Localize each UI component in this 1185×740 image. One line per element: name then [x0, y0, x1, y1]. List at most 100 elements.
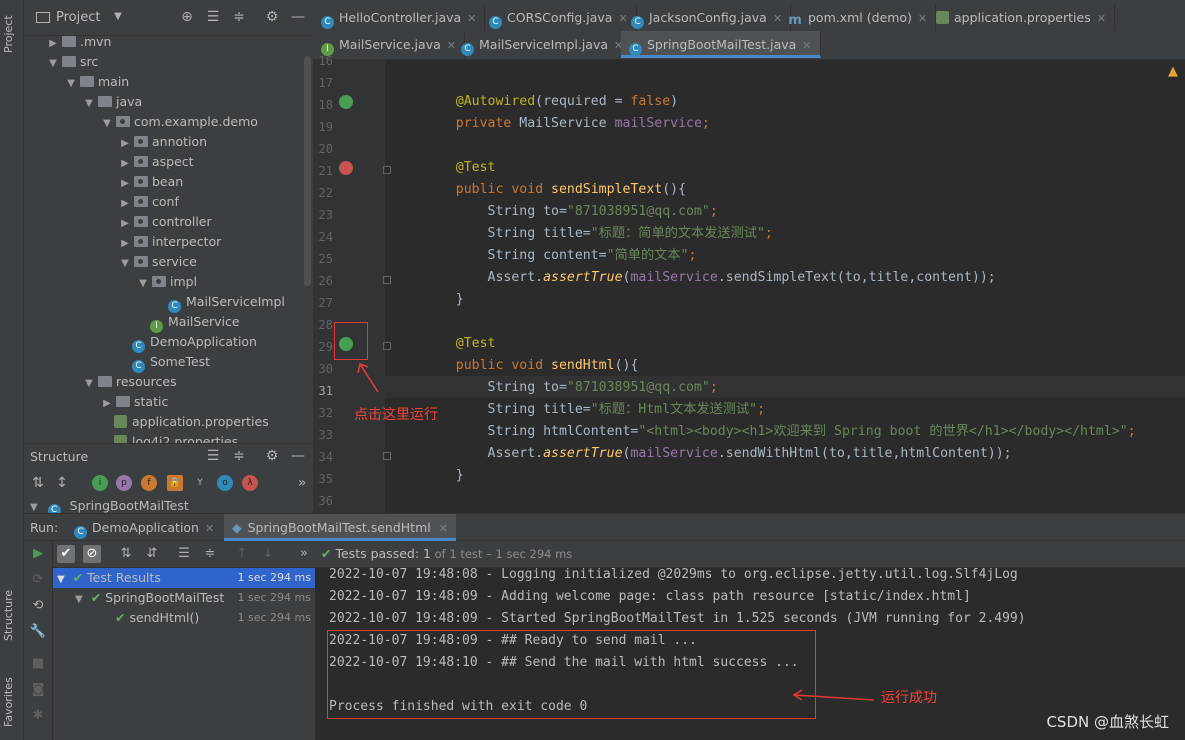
chevron-down-icon[interactable]: ▼ — [82, 374, 96, 394]
chevron-down-icon[interactable]: ▼ — [46, 54, 60, 74]
lock-icon[interactable]: 🔒 — [167, 475, 183, 491]
test-tree-row[interactable]: ▼ ✔ Test Results 1 sec 294 ms — [53, 568, 315, 588]
run-tab-springbootmailtest[interactable]: ◆ SpringBootMailTest.sendHtml ✕ — [224, 514, 456, 541]
line-number: 27 — [318, 296, 333, 310]
wrench-icon[interactable]: 🔧 — [29, 623, 47, 641]
chevron-right-icon[interactable]: ▶ — [118, 134, 132, 154]
tree-item[interactable]: I MailService — [136, 312, 240, 333]
code-line-29: public void sendHtml(){ — [424, 333, 639, 373]
chevron-right-icon[interactable]: ▶ — [46, 34, 60, 54]
close-icon[interactable]: ✕ — [467, 12, 476, 25]
more-icon[interactable]: » — [295, 545, 313, 563]
favorites-tool-tab[interactable]: Favorites — [2, 672, 22, 732]
collapse-all-icon[interactable]: ≑ — [201, 545, 219, 563]
close-icon[interactable]: ✕ — [918, 12, 927, 25]
chevron-right-icon[interactable]: ▶ — [118, 174, 132, 194]
editor-tab[interactable]: C JacksonConfig.java ✕ — [623, 4, 792, 31]
autowired-bean-icon[interactable] — [339, 95, 353, 109]
structure-root[interactable]: ▼ C SpringBootMailTest — [30, 498, 189, 514]
arrow-down-icon[interactable]: ↓ — [259, 545, 277, 563]
chevron-right-icon[interactable]: ▶ — [118, 214, 132, 234]
show-properties-icon[interactable]: p — [116, 475, 132, 491]
debug-icon[interactable]: ✱ — [29, 707, 47, 725]
tree-item[interactable]: ▶ static — [100, 392, 168, 412]
chevron-down-icon[interactable]: ▼ — [100, 114, 114, 134]
chevron-down-icon[interactable]: ▼ — [64, 74, 78, 94]
chevron-right-icon[interactable]: ▶ — [100, 394, 114, 414]
more-icon[interactable]: » — [294, 475, 310, 491]
collapse-all-icon[interactable]: ≑ — [231, 448, 247, 464]
chevron-down-icon[interactable]: ▼ — [118, 254, 132, 274]
tree-item[interactable]: ▼ impl — [136, 272, 197, 292]
chevron-down-icon[interactable]: ▼ — [82, 94, 96, 114]
test-tree-row[interactable]: ▼ ✔ SpringBootMailTest 1 sec 294 ms — [53, 588, 315, 608]
project-tool-tab[interactable]: Project — [2, 8, 22, 60]
sort-alpha-icon[interactable]: ⇅ — [30, 475, 46, 491]
sort-alpha-icon[interactable]: ⇅ — [117, 545, 135, 563]
tree-item[interactable]: ▶ annotion — [118, 132, 207, 152]
tree-item[interactable]: application.properties — [100, 412, 269, 432]
code-editor[interactable]: @Autowired(required = false) private Mai… — [385, 60, 1185, 527]
editor-tab[interactable]: m pom.xml (demo) ✕ — [779, 4, 937, 31]
show-ignored-icon[interactable]: ⊘ — [83, 545, 101, 563]
tree-item[interactable]: ▶ conf — [118, 192, 179, 212]
close-icon[interactable]: ✕ — [1097, 12, 1106, 25]
show-inherited-icon[interactable]: i — [92, 475, 108, 491]
expand-all-icon[interactable]: ☰ — [175, 545, 193, 563]
rerun-icon[interactable]: ▶ — [29, 545, 47, 563]
tree-item[interactable]: ▼ com.example.demo — [100, 112, 258, 132]
editor-tab[interactable]: I MailService.java ✕ — [313, 31, 465, 58]
show-lambdas-icon[interactable]: λ — [242, 475, 258, 491]
tree-item[interactable]: log4j2.properties — [100, 432, 238, 443]
editor-tab[interactable]: C HelloController.java ✕ — [313, 4, 486, 31]
chevron-right-icon[interactable]: ▶ — [118, 194, 132, 214]
hierarchy-icon[interactable]: Y — [192, 475, 208, 491]
stop-icon[interactable]: ■ — [29, 655, 47, 673]
tree-item[interactable]: C DemoApplication — [118, 332, 257, 353]
editor-tab[interactable]: C SpringBootMailTest.java ✕ — [621, 31, 821, 58]
toggle-auto-test-icon[interactable]: ⟲ — [29, 597, 47, 615]
tree-item[interactable]: ▼ java — [82, 92, 142, 112]
close-icon[interactable]: ✕ — [439, 522, 448, 535]
tree-item[interactable]: C SomeTest — [118, 352, 210, 373]
tree-item[interactable]: ▼ src — [46, 52, 98, 72]
tree-item[interactable]: ▶ interpector — [118, 232, 221, 252]
arrow-up-icon[interactable]: ↑ — [233, 545, 251, 563]
structure-tool-tab[interactable]: Structure — [2, 585, 22, 645]
tree-item[interactable]: ▶ controller — [118, 212, 212, 232]
editor-tab[interactable]: application.properties ✕ — [928, 4, 1115, 31]
close-icon[interactable]: ✕ — [802, 39, 811, 52]
tree-item[interactable]: ▶ .mvn — [46, 32, 111, 52]
tree-item[interactable]: ▶ aspect — [118, 152, 193, 174]
tree-item[interactable]: C MailServiceImpl — [154, 292, 285, 313]
show-passed-icon[interactable]: ✔ — [57, 545, 75, 563]
run-tab-demoapplication[interactable]: C DemoApplication ✕ — [74, 514, 214, 541]
tree-item[interactable]: ▼ service — [118, 252, 197, 272]
chevron-down-icon[interactable]: ▼ — [136, 274, 150, 294]
minimize-icon[interactable]: — — [290, 448, 306, 464]
sort-duration-icon[interactable]: ⇵ — [143, 545, 161, 563]
folder-icon — [98, 96, 112, 107]
tree-item[interactable]: ▼ main — [64, 72, 129, 92]
project-scrollbar[interactable] — [304, 56, 311, 286]
show-anonymous-icon[interactable]: o — [217, 475, 233, 491]
test-tree-row[interactable]: ✔ sendHtml() 1 sec 294 ms — [53, 608, 315, 628]
run-test-failed-icon[interactable] — [339, 161, 353, 175]
chevron-right-icon[interactable]: ▶ — [118, 154, 132, 174]
sort-visibility-icon[interactable]: ↕ — [54, 475, 70, 491]
expand-all-icon[interactable]: ☰ — [205, 448, 221, 464]
code-line-31: String title="标题：Html文本发送测试"; — [424, 377, 766, 417]
close-icon[interactable]: ✕ — [205, 522, 214, 535]
gear-icon[interactable]: ⚙ — [264, 448, 280, 464]
tree-item[interactable]: ▶ bean — [118, 172, 183, 192]
tree-item[interactable]: ▼ resources — [82, 372, 176, 394]
show-fields-icon[interactable]: f — [141, 475, 157, 491]
editor-tab[interactable]: C MailServiceImpl.java ✕ — [453, 31, 633, 58]
editor-tab[interactable]: C CORSConfig.java ✕ — [481, 4, 637, 31]
run-success-annotation: 运行成功 — [881, 690, 937, 706]
chevron-right-icon[interactable]: ▶ — [118, 234, 132, 254]
rerun-failed-icon[interactable]: ⟳ — [29, 571, 47, 589]
chevron-down-icon: ▼ — [57, 574, 65, 585]
camera-icon[interactable]: ◙ — [29, 681, 47, 699]
test-tree-toolbar: ✔ ⊘ ⇅ ⇵ ☰ ≑ ↑ ↓ » — [53, 541, 315, 568]
